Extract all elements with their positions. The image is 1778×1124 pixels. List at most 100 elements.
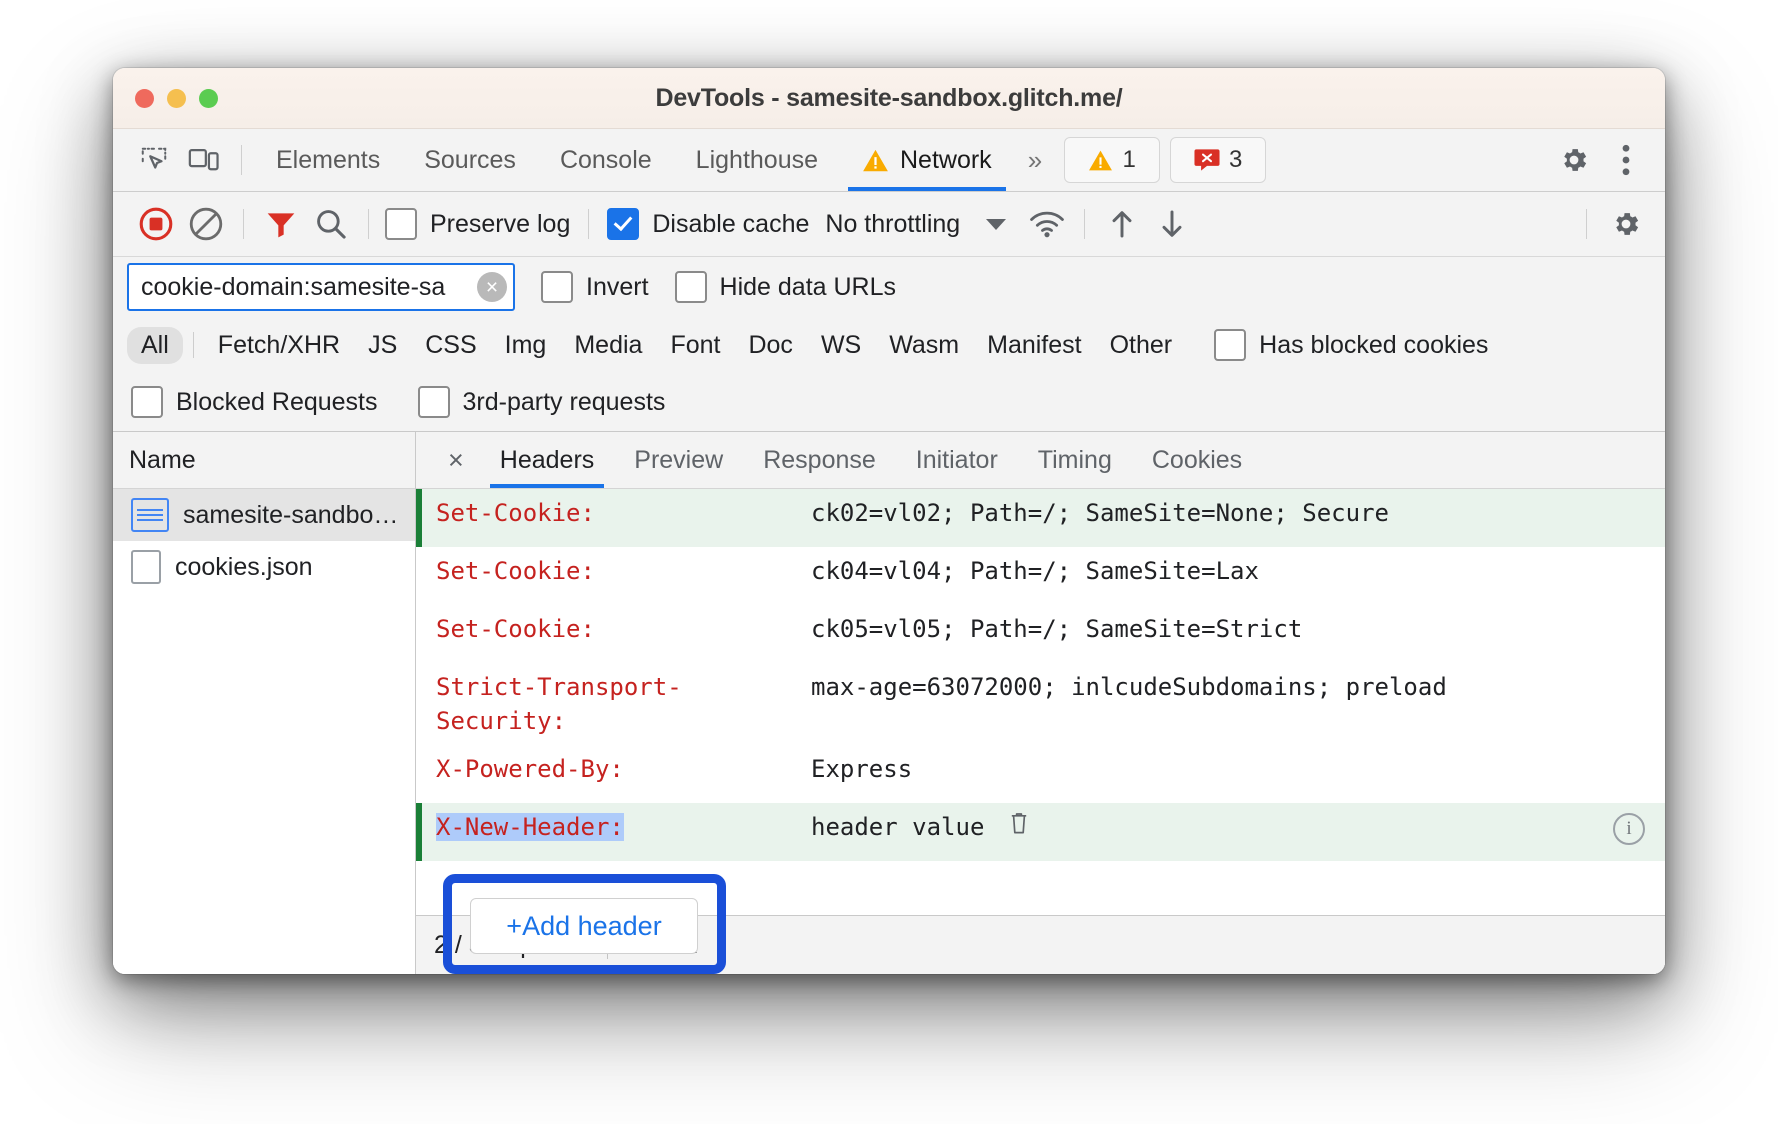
throttling-value: No throttling bbox=[825, 210, 960, 239]
type-filter-all[interactable]: All bbox=[127, 327, 183, 364]
header-row[interactable]: Strict-Transport-Security: max-age=63072… bbox=[416, 663, 1665, 745]
error-count-button[interactable]: 3 bbox=[1170, 137, 1266, 183]
third-party-requests-label: 3rd-party requests bbox=[463, 388, 666, 417]
header-value[interactable]: ck02=vl02; Path=/; SameSite=None; Secure bbox=[811, 496, 1665, 530]
request-row-samesite-sandbox[interactable]: samesite-sandbo… bbox=[113, 489, 415, 541]
type-filter-img[interactable]: Img bbox=[491, 327, 561, 364]
request-name-label: samesite-sandbo… bbox=[183, 501, 398, 530]
request-list-panel: Name samesite-sandbo… cookies.json bbox=[113, 432, 416, 974]
header-row[interactable]: Set-Cookie: ck05=vl05; Path=/; SameSite=… bbox=[416, 605, 1665, 663]
info-icon[interactable]: i bbox=[1613, 813, 1645, 845]
tab-preview[interactable]: Preview bbox=[614, 433, 743, 488]
invert-checkbox[interactable]: Invert bbox=[541, 271, 649, 303]
window-title: DevTools - samesite-sandbox.glitch.me/ bbox=[113, 84, 1665, 113]
tab-timing[interactable]: Timing bbox=[1018, 433, 1132, 488]
header-row[interactable]: Set-Cookie: ck02=vl02; Path=/; SameSite=… bbox=[416, 489, 1665, 547]
kebab-menu-icon[interactable] bbox=[1601, 137, 1651, 183]
preserve-log-checkbox[interactable]: Preserve log bbox=[385, 208, 570, 240]
tab-sources[interactable]: Sources bbox=[402, 130, 538, 191]
header-value[interactable]: max-age=63072000; inlcudeSubdomains; pre… bbox=[811, 670, 1665, 704]
type-filter-fetch-xhr[interactable]: Fetch/XHR bbox=[204, 327, 354, 364]
disable-cache-label: Disable cache bbox=[652, 210, 809, 239]
gear-icon[interactable] bbox=[1549, 137, 1599, 183]
checkbox-box bbox=[607, 208, 639, 240]
toolbar-divider bbox=[588, 209, 589, 239]
add-header-button[interactable]: +Add header bbox=[470, 898, 698, 954]
header-value[interactable]: ck05=vl05; Path=/; SameSite=Strict bbox=[811, 612, 1665, 646]
network-conditions-icon[interactable] bbox=[1022, 201, 1072, 247]
tab-lighthouse[interactable]: Lighthouse bbox=[674, 130, 840, 191]
tab-elements-label: Elements bbox=[276, 146, 380, 175]
record-stop-icon[interactable] bbox=[131, 201, 181, 247]
type-filter-css[interactable]: CSS bbox=[411, 327, 490, 364]
request-name-label: cookies.json bbox=[175, 553, 313, 582]
error-count-label: 3 bbox=[1229, 146, 1242, 174]
import-har-icon[interactable] bbox=[1097, 201, 1147, 247]
tab-console-label: Console bbox=[560, 146, 652, 175]
request-row-cookies-json[interactable]: cookies.json bbox=[113, 541, 415, 593]
tab-console[interactable]: Console bbox=[538, 130, 674, 191]
filter-funnel-icon[interactable] bbox=[256, 201, 306, 247]
type-filter-wasm[interactable]: Wasm bbox=[875, 327, 973, 364]
warning-count-button[interactable]: 1 bbox=[1064, 137, 1160, 183]
tab-network[interactable]: Network bbox=[840, 130, 1014, 191]
type-filter-font[interactable]: Font bbox=[656, 327, 734, 364]
minimize-window-button[interactable] bbox=[167, 89, 186, 108]
third-party-requests-checkbox[interactable]: 3rd-party requests bbox=[418, 386, 666, 418]
type-filter-ws[interactable]: WS bbox=[807, 327, 875, 364]
error-icon bbox=[1194, 148, 1220, 172]
header-value-text[interactable]: header value bbox=[811, 813, 984, 841]
header-row-new[interactable]: X-New-Header: header value i bbox=[416, 803, 1665, 861]
hide-data-urls-label: Hide data URLs bbox=[720, 273, 896, 302]
tab-response[interactable]: Response bbox=[743, 433, 896, 488]
header-value[interactable]: Express bbox=[811, 752, 1665, 786]
export-har-icon[interactable] bbox=[1147, 201, 1197, 247]
maximize-window-button[interactable] bbox=[199, 89, 218, 108]
tab-initiator[interactable]: Initiator bbox=[896, 433, 1018, 488]
devtools-tabbar: Elements Sources Console Lighthouse bbox=[113, 129, 1665, 192]
type-filter-js[interactable]: JS bbox=[354, 327, 411, 364]
window-controls[interactable] bbox=[113, 89, 218, 108]
blocked-requests-checkbox[interactable]: Blocked Requests bbox=[131, 386, 378, 418]
has-blocked-cookies-checkbox[interactable]: Has blocked cookies bbox=[1214, 329, 1488, 361]
request-detail-panel: × Headers Preview Response Initiator Tim… bbox=[416, 432, 1665, 974]
filter-input-wrapper[interactable]: × bbox=[127, 263, 515, 311]
header-row[interactable]: X-Powered-By: Express bbox=[416, 745, 1665, 803]
search-icon[interactable] bbox=[306, 201, 356, 247]
disable-cache-checkbox[interactable]: Disable cache bbox=[607, 208, 809, 240]
toolbar-divider bbox=[1084, 209, 1085, 239]
inspect-element-icon[interactable] bbox=[129, 137, 179, 183]
clear-icon[interactable] bbox=[181, 201, 231, 247]
document-icon bbox=[131, 498, 169, 532]
filter-input[interactable] bbox=[139, 272, 509, 303]
type-filter-media[interactable]: Media bbox=[560, 327, 656, 364]
tab-headers[interactable]: Headers bbox=[480, 433, 615, 488]
throttling-dropdown[interactable]: No throttling bbox=[825, 210, 1006, 239]
filter-row: × Invert Hide data URLs bbox=[113, 257, 1665, 317]
header-row[interactable]: Set-Cookie: ck04=vl04; Path=/; SameSite=… bbox=[416, 547, 1665, 605]
tab-sources-label: Sources bbox=[424, 146, 516, 175]
toolbar-divider bbox=[241, 145, 242, 175]
type-filter-manifest[interactable]: Manifest bbox=[973, 327, 1095, 364]
header-name-editable[interactable]: X-New-Header: bbox=[436, 813, 624, 841]
warning-triangle-icon bbox=[862, 148, 889, 173]
type-filter-other[interactable]: Other bbox=[1096, 327, 1187, 364]
network-settings-gear-icon[interactable] bbox=[1601, 201, 1651, 247]
hide-data-urls-checkbox[interactable]: Hide data URLs bbox=[675, 271, 896, 303]
header-name: Set-Cookie: bbox=[422, 554, 811, 588]
header-name[interactable]: X-New-Header: bbox=[422, 810, 811, 844]
more-tabs-button[interactable]: » bbox=[1014, 145, 1052, 176]
header-value[interactable]: ck04=vl04; Path=/; SameSite=Lax bbox=[811, 554, 1665, 588]
close-detail-icon[interactable]: × bbox=[432, 445, 480, 476]
tab-elements[interactable]: Elements bbox=[254, 130, 402, 191]
blocked-filters-row: Blocked Requests 3rd-party requests bbox=[113, 373, 1665, 432]
tab-cookies[interactable]: Cookies bbox=[1132, 433, 1262, 488]
close-window-button[interactable] bbox=[135, 89, 154, 108]
clear-filter-icon[interactable]: × bbox=[477, 272, 507, 302]
header-value[interactable]: header value bbox=[811, 810, 1665, 844]
checkbox-box bbox=[418, 386, 450, 418]
trash-icon[interactable] bbox=[1009, 811, 1029, 835]
device-toolbar-icon[interactable] bbox=[179, 137, 229, 183]
json-file-icon bbox=[131, 550, 161, 584]
type-filter-doc[interactable]: Doc bbox=[734, 327, 806, 364]
